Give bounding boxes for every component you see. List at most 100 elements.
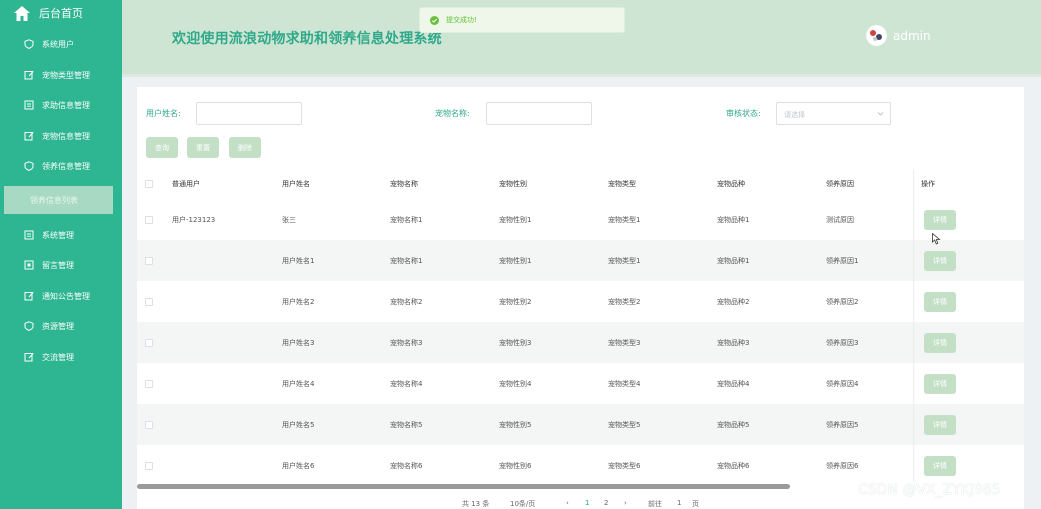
pet-name-label: 宠物名称: [435, 109, 470, 118]
row-checkbox[interactable] [145, 461, 153, 470]
query-button[interactable]: 查询 [146, 137, 178, 158]
table-row: 用户姓名3 宠物名称3 宠物性别3 宠物类型3 宠物品种3 领养原因3 详情 [137, 322, 1024, 363]
table-cell: 用户姓名4 [282, 379, 315, 388]
select-all-checkbox[interactable] [145, 180, 153, 188]
home-icon [14, 5, 30, 21]
pager-size[interactable]: 10条/页 [510, 499, 535, 509]
table-cell: 领养原因5 [826, 420, 859, 429]
table-cell: 领养原因2 [826, 297, 859, 306]
row-checkbox[interactable] [145, 297, 153, 306]
chevron-down-icon [877, 112, 884, 116]
pager-goto-prefix: 前往 [648, 500, 662, 508]
table-cell: 宠物品种1 [717, 256, 750, 265]
sidebar-item-label: 系统管理 [42, 230, 74, 240]
column-header: 宠物性别 [499, 180, 527, 188]
table-cell: 宠物类型1 [608, 256, 641, 265]
table-row: 用户姓名4 宠物名称4 宠物性别4 宠物类型4 宠物品种4 领养原因4 详情 [137, 363, 1024, 404]
status-select[interactable]: 请选择 [776, 102, 891, 125]
reset-button[interactable]: 重置 [187, 137, 219, 158]
detail-button[interactable]: 详情 [924, 209, 956, 230]
table-cell: 张三 [282, 215, 296, 224]
table-cell: 宠物名称1 [390, 256, 423, 265]
status-label: 审核状态: [726, 109, 761, 118]
table-row: 用户姓名1 宠物名称1 宠物性别1 宠物类型1 宠物品种1 领养原因1 详情 [137, 240, 1024, 281]
table-cell: 宠物名称1 [390, 215, 423, 224]
edit-icon [24, 291, 34, 301]
sidebar-item-10[interactable]: 资源管理 [0, 314, 122, 338]
sidebar-item-label: 系统用户 [42, 39, 74, 49]
list-icon [24, 100, 34, 110]
pet-name-input[interactable] [486, 102, 592, 125]
column-header: 领养原因 [826, 180, 854, 188]
sidebar-item-5[interactable]: 领养信息管理 [0, 154, 122, 178]
table-header-row: 普通用户 用户姓名 宠物名称 宠物性别 宠物类型 宠物品种 领养原因 操作 [137, 169, 1024, 199]
sidebar-item-label: 领养信息管理 [42, 161, 90, 171]
table-cell: 宠物性别5 [499, 420, 532, 429]
table-cell: 宠物名称5 [390, 420, 423, 429]
brand-label: 后台首页 [39, 7, 83, 20]
pager-page-1[interactable]: 1 [585, 499, 589, 507]
sidebar-item-label: 资源管理 [42, 321, 74, 331]
table-cell: 宠物名称2 [390, 297, 423, 306]
edit-icon [24, 131, 34, 141]
sidebar-item-9[interactable]: 通知公告管理 [0, 284, 122, 308]
detail-button[interactable]: 详情 [924, 291, 956, 312]
row-checkbox[interactable] [145, 256, 153, 265]
sidebar-item-label: 通知公告管理 [42, 291, 90, 301]
user-menu[interactable]: admin [866, 25, 931, 46]
sidebar-item-2[interactable]: 宠物类型管理 [0, 63, 122, 87]
sidebar-item-label: 留言管理 [42, 260, 74, 270]
edit-icon [24, 70, 34, 80]
horizontal-scrollbar[interactable] [137, 484, 790, 489]
detail-button[interactable]: 详情 [924, 332, 956, 353]
sidebar-item-11[interactable]: 交流管理 [0, 345, 122, 369]
table-cell: 宠物品种4 [717, 379, 750, 388]
table-row: 用户姓名6 宠物名称6 宠物性别6 宠物类型6 宠物品种6 领养原因6 详情 [137, 445, 1024, 486]
watermark: CSDN @VX_ZYKJ985 [858, 482, 1001, 498]
shield-icon [24, 39, 34, 49]
shield-icon [24, 161, 34, 171]
delete-button[interactable]: 删除 [229, 137, 261, 158]
pager-prev-icon[interactable]: ‹ [566, 499, 569, 507]
table-cell: 领养原因6 [826, 461, 859, 470]
sidebar-brand[interactable]: 后台首页 [0, 0, 122, 26]
row-checkbox[interactable] [145, 338, 153, 347]
column-header: 操作 [921, 180, 935, 188]
table-cell: 用户姓名1 [282, 256, 315, 265]
fixed-column-divider [913, 169, 915, 482]
mouse-cursor-icon [932, 233, 941, 245]
column-header: 宠物品种 [717, 180, 745, 188]
table-cell: 宠物品种3 [717, 338, 750, 347]
toast-message: 提交成功! [446, 16, 477, 24]
pager-next-icon[interactable]: › [624, 499, 627, 507]
detail-button[interactable]: 详情 [924, 414, 956, 435]
table-cell: 宠物品种1 [717, 215, 750, 224]
sidebar-item-6[interactable]: 领养信息列表 [4, 186, 113, 214]
pager-goto-suffix: 页 [692, 500, 699, 508]
table-cell: 宠物性别4 [499, 379, 532, 388]
sidebar-item-7[interactable]: 系统管理 [0, 223, 122, 247]
table-cell: 宠物名称3 [390, 338, 423, 347]
sidebar-item-3[interactable]: 求助信息管理 [0, 93, 122, 117]
table-cell: 宠物性别3 [499, 338, 532, 347]
check-circle-icon [430, 15, 439, 25]
pager-goto-input[interactable]: 1 [677, 499, 681, 507]
sidebar-item-4[interactable]: 宠物信息管理 [0, 124, 122, 148]
sidebar-item-8[interactable]: 留言管理 [0, 253, 122, 277]
pager-page-2[interactable]: 2 [604, 499, 608, 507]
table-cell: 宠物品种6 [717, 461, 750, 470]
detail-button[interactable]: 详情 [924, 250, 956, 271]
row-checkbox[interactable] [145, 420, 153, 429]
row-checkbox[interactable] [145, 215, 153, 224]
table-cell: 宠物性别1 [499, 256, 532, 265]
table-row: 用户姓名5 宠物名称5 宠物性别5 宠物类型5 宠物品种5 领养原因5 详情 [137, 404, 1024, 445]
detail-button[interactable]: 详情 [924, 455, 956, 476]
table-cell: 用户姓名6 [282, 461, 315, 470]
user-name-label: 用户姓名: [146, 109, 181, 118]
column-header: 用户姓名 [282, 180, 310, 188]
row-checkbox[interactable] [145, 379, 153, 388]
detail-button[interactable]: 详情 [924, 373, 956, 394]
sidebar-item-1[interactable]: 系统用户 [0, 32, 122, 56]
user-name-input[interactable] [196, 102, 302, 125]
table-cell: 宠物品种2 [717, 297, 750, 306]
